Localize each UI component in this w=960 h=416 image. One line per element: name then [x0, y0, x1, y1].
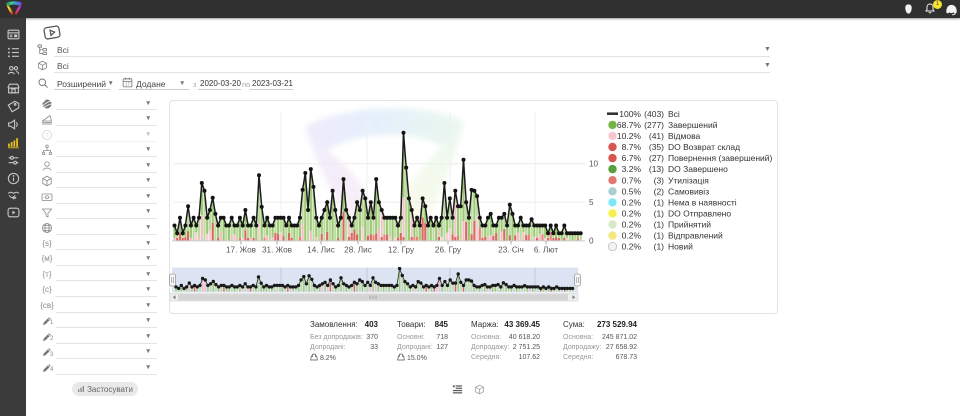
svg-text:17: 17 [125, 82, 130, 87]
svg-text:?: ? [45, 133, 48, 139]
